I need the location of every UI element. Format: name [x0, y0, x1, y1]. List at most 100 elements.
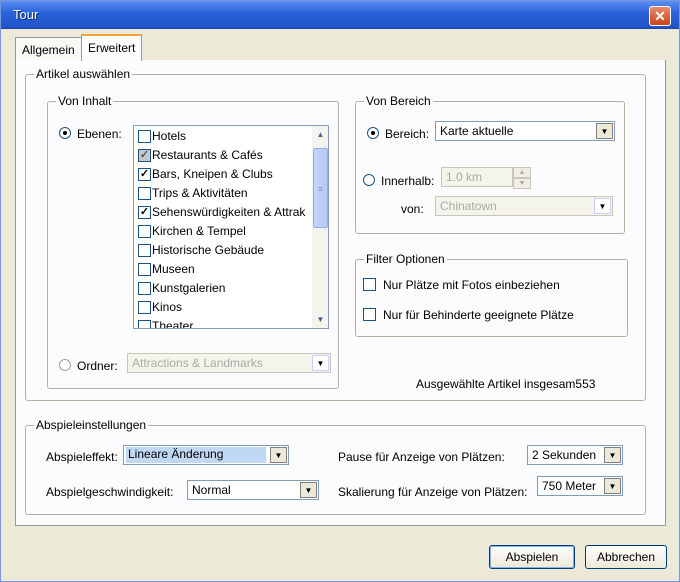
chevron-down-icon: ▼ [270, 447, 287, 463]
behinderte-checkbox[interactable] [363, 308, 376, 321]
play-button[interactable]: Abspielen [489, 545, 575, 569]
layer-label: Museen [152, 262, 195, 276]
fotos-checkbox[interactable] [363, 278, 376, 291]
list-item[interactable]: Sehenswürdigkeiten & Attrak [134, 203, 314, 221]
effekt-value: Lineare Änderung [126, 447, 266, 463]
scroll-thumb[interactable]: ≡ [313, 148, 328, 228]
layer-checkbox-museums[interactable] [138, 263, 151, 276]
bereich-value: Karte aktuelle [440, 124, 514, 138]
list-item[interactable]: Restaurants & Cafés [134, 146, 314, 164]
bereich-radio[interactable] [367, 127, 379, 139]
fotos-label: Nur Plätze mit Fotos einbeziehen [383, 278, 560, 292]
filter-group: Filter Optionen [355, 252, 628, 337]
layer-checkbox-bars[interactable] [138, 168, 151, 181]
pause-value: 2 Sekunden [532, 448, 597, 462]
speed-value: Normal [192, 483, 231, 497]
chevron-down-icon: ▼ [596, 123, 613, 139]
chevron-down-icon: ▼ [604, 478, 621, 494]
close-button[interactable]: ✕ [649, 6, 671, 26]
speed-select[interactable]: Normal ▼ [187, 480, 319, 500]
scale-value: 750 Meter [542, 479, 597, 493]
layer-label: Theater [152, 319, 194, 329]
layers-scrollbar[interactable]: ▲ ≡ ▼ [312, 126, 328, 328]
layer-label: Bars, Kneipen & Clubs [152, 167, 273, 181]
layer-label: Trips & Aktivitäten [152, 186, 248, 200]
innerhalb-label: Innerhalb: [381, 174, 435, 188]
bereich-label: Bereich: [385, 127, 430, 141]
scroll-down-icon[interactable]: ▼ [312, 311, 328, 328]
layer-checkbox-cinemas[interactable] [138, 301, 151, 314]
window-title: Tour [13, 7, 39, 22]
tour-dialog: Tour ✕ Allgemein Erweitert Artikel auswä… [0, 0, 680, 582]
ebenen-radio[interactable] [59, 127, 71, 139]
von-label: von: [401, 202, 424, 216]
effekt-label: Abspieleffekt: [46, 450, 118, 464]
innerhalb-value: 1.0 km [446, 170, 483, 184]
layers-listbox[interactable]: Hotels Restaurants & Cafés Bars, Kneipen… [133, 125, 329, 329]
von-bereich-legend: Von Bereich [364, 94, 433, 108]
layer-label: Historische Gebäude [152, 243, 265, 257]
scale-select[interactable]: 750 Meter ▼ [537, 476, 623, 496]
von-value: Chinatown [440, 199, 497, 213]
list-item[interactable]: Theater [134, 317, 314, 329]
ordner-select[interactable]: Attractions & Landmarks ▼ [127, 353, 331, 373]
list-item[interactable]: Kirchen & Tempel [134, 222, 314, 240]
layer-checkbox-theater[interactable] [138, 320, 151, 328]
chevron-down-icon: ▼ [594, 198, 611, 214]
ordner-radio[interactable] [59, 359, 71, 371]
list-item[interactable]: Historische Gebäude [134, 241, 314, 259]
title-bar[interactable]: Tour ✕ [1, 1, 679, 29]
layer-label: Kunstgalerien [152, 281, 226, 295]
artikel-legend: Artikel auswählen [34, 67, 133, 81]
layer-label: Hotels [152, 129, 187, 143]
layer-checkbox-historic[interactable] [138, 244, 151, 257]
tab-erweitert[interactable]: Erweitert [81, 34, 143, 61]
chevron-down-icon: ▼ [312, 355, 329, 371]
layer-checkbox-galleries[interactable] [138, 282, 151, 295]
scale-label: Skalierung für Anzeige von Plätzen: [338, 485, 528, 499]
effekt-select[interactable]: Lineare Änderung ▼ [123, 445, 289, 465]
tab-erweitert-label: Erweitert [88, 41, 136, 55]
chevron-down-icon: ▼ [300, 482, 317, 498]
layer-checkbox-restaurants[interactable] [138, 149, 151, 162]
list-item[interactable]: Museen [134, 260, 314, 278]
ordner-label: Ordner: [77, 359, 118, 373]
von-inhalt-legend: Von Inhalt [56, 94, 114, 108]
list-item[interactable]: Kinos [134, 298, 314, 316]
spin-down-icon[interactable]: ▼ [513, 178, 531, 189]
list-item[interactable]: Bars, Kneipen & Clubs [134, 165, 314, 183]
layer-checkbox-churches[interactable] [138, 225, 151, 238]
layer-checkbox-trips[interactable] [138, 187, 151, 200]
tab-allgemein-label: Allgemein [22, 43, 75, 57]
filter-legend: Filter Optionen [364, 252, 447, 266]
list-item[interactable]: Hotels [134, 127, 314, 145]
tab-allgemein[interactable]: Allgemein [15, 37, 82, 61]
layer-label: Restaurants & Cafés [152, 148, 263, 162]
layer-label: Kinos [152, 300, 183, 314]
spin-up-icon[interactable]: ▲ [513, 167, 531, 178]
play-button-label: Abspielen [505, 550, 559, 564]
innerhalb-radio[interactable] [363, 174, 375, 186]
playback-legend: Abspieleinstellungen [34, 418, 149, 432]
close-icon: ✕ [654, 8, 666, 24]
pause-select[interactable]: 2 Sekunden ▼ [527, 445, 623, 465]
chevron-down-icon: ▼ [604, 447, 621, 463]
cancel-button[interactable]: Abbrechen [585, 545, 667, 569]
behinderte-label: Nur für Behinderte geeignete Plätze [383, 308, 574, 322]
scroll-up-icon[interactable]: ▲ [312, 126, 328, 143]
innerhalb-spinner[interactable]: ▲ ▼ [513, 167, 531, 189]
ebenen-label: Ebenen: [77, 127, 122, 141]
list-item[interactable]: Trips & Aktivitäten [134, 184, 314, 202]
speed-label: Abspielgeschwindigkeit: [46, 485, 174, 499]
bereich-select[interactable]: Karte aktuelle ▼ [435, 121, 615, 141]
layer-checkbox-sights[interactable] [138, 206, 151, 219]
innerhalb-input[interactable]: 1.0 km [441, 167, 513, 187]
layer-label: Sehenswürdigkeiten & Attrak [152, 205, 306, 219]
von-select[interactable]: Chinatown ▼ [435, 196, 613, 216]
ordner-value: Attractions & Landmarks [132, 356, 263, 370]
layer-checkbox-hotels[interactable] [138, 130, 151, 143]
layer-label: Kirchen & Tempel [152, 224, 246, 238]
playback-group: Abspieleinstellungen [25, 418, 646, 515]
cancel-button-label: Abbrechen [596, 550, 656, 564]
list-item[interactable]: Kunstgalerien [134, 279, 314, 297]
